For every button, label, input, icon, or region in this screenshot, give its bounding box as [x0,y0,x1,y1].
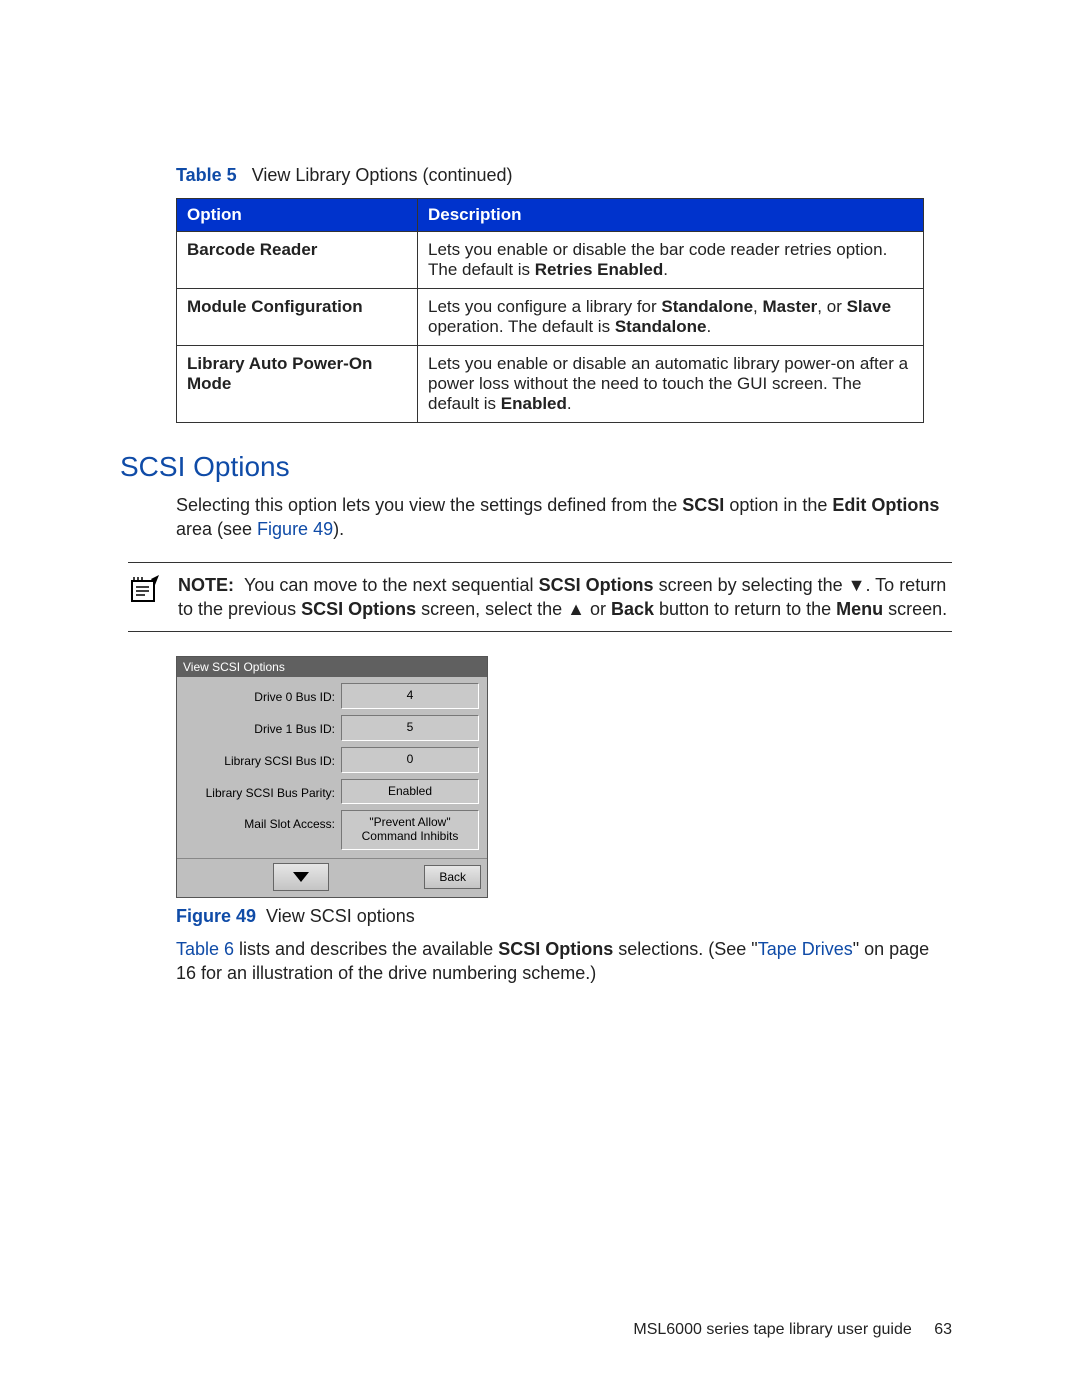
table-row: Barcode Reader Lets you enable or disabl… [177,232,924,289]
th-description: Description [418,199,924,232]
note-icon [128,573,164,605]
figure-49-link[interactable]: Figure 49 [257,519,333,539]
footer-title: MSL6000 series tape library user guide [633,1321,911,1338]
scsi-options-heading: SCSI Options [120,451,952,483]
page-number: 63 [934,1321,952,1338]
drive0-value: 4 [341,683,479,709]
panel-row: Drive 1 Bus ID: 5 [185,715,479,741]
panel-row: Library SCSI Bus ID: 0 [185,747,479,773]
drive1-value: 5 [341,715,479,741]
library-parity-value: Enabled [341,779,479,805]
table5-label: Table 5 [176,165,237,185]
note-text: NOTE: You can move to the next sequentia… [178,573,952,622]
panel-bottom-bar: Back [177,858,487,897]
table5-caption: Table 5 View Library Options (continued) [176,165,952,186]
opt-barcode-reader: Barcode Reader [177,232,418,289]
tape-drives-link[interactable]: Tape Drives [758,939,853,959]
drive1-label: Drive 1 Bus ID: [185,715,341,741]
table-header-row: Option Description [177,199,924,232]
table-row: Module Configuration Lets you configure … [177,289,924,346]
next-page-button[interactable] [273,863,329,891]
figure-49-title: View SCSI options [266,906,415,926]
mail-slot-label: Mail Slot Access: [185,810,341,850]
desc-module-config: Lets you configure a library for Standal… [418,289,924,346]
table5: Option Description Barcode Reader Lets y… [176,198,924,423]
table-row: Library Auto Power-On Mode Lets you enab… [177,346,924,423]
library-bus-id-label: Library SCSI Bus ID: [185,747,341,773]
panel-row: Mail Slot Access: "Prevent Allow" Comman… [185,810,479,850]
panel-row: Library SCSI Bus Parity: Enabled [185,779,479,805]
table-6-link[interactable]: Table 6 [176,939,234,959]
note-label: NOTE: [178,575,234,595]
chevron-down-icon [291,870,311,884]
back-button[interactable]: Back [424,865,481,889]
note-block: NOTE: You can move to the next sequentia… [128,562,952,633]
th-option: Option [177,199,418,232]
table5-title: View Library Options (continued) [252,165,513,185]
mail-slot-value: "Prevent Allow" Command Inhibits [341,810,479,850]
panel-title: View SCSI Options [177,657,487,677]
view-scsi-options-panel: View SCSI Options Drive 0 Bus ID: 4 Driv… [176,656,488,898]
page-container: Table 5 View Library Options (continued)… [0,0,1080,1397]
scsi-intro-paragraph: Selecting this option lets you view the … [176,493,952,542]
page-footer: MSL6000 series tape library user guide 6… [633,1321,952,1339]
desc-auto-power-on: Lets you enable or disable an automatic … [418,346,924,423]
panel-row: Drive 0 Bus ID: 4 [185,683,479,709]
drive0-label: Drive 0 Bus ID: [185,683,341,709]
desc-barcode-reader: Lets you enable or disable the bar code … [418,232,924,289]
panel-rows: Drive 0 Bus ID: 4 Drive 1 Bus ID: 5 Libr… [177,677,487,858]
opt-module-config: Module Configuration [177,289,418,346]
library-bus-id-value: 0 [341,747,479,773]
library-parity-label: Library SCSI Bus Parity: [185,779,341,805]
closing-paragraph: Table 6 lists and describes the availabl… [176,937,952,986]
figure-49-caption: Figure 49 View SCSI options [176,906,952,927]
figure-49-label: Figure 49 [176,906,256,926]
opt-auto-power-on: Library Auto Power-On Mode [177,346,418,423]
